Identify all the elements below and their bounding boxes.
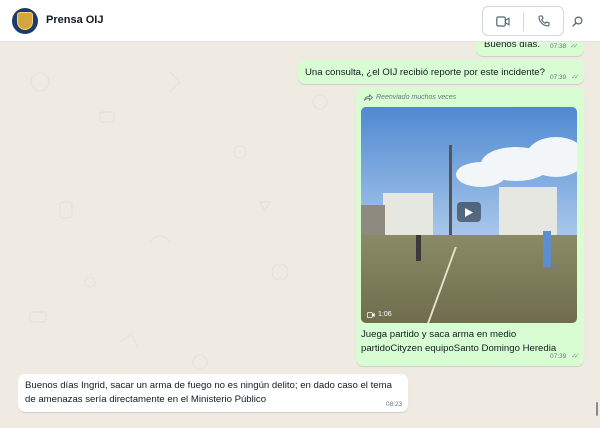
play-icon <box>465 207 473 217</box>
video-duration-text: 1:06 <box>378 311 392 318</box>
building <box>361 205 385 235</box>
message-bubble-incoming[interactable]: Buenos días Ingrid, sacar un arma de fue… <box>18 374 408 412</box>
message-text: Buenos días Ingrid, sacar un arma de fue… <box>25 380 392 405</box>
video-call-icon <box>496 15 510 27</box>
video-thumbnail[interactable]: 1:06 <box>361 107 577 323</box>
cloud <box>456 162 506 187</box>
read-checkmarks-icon: ✓✓ <box>571 353 580 360</box>
video-camera-icon <box>367 311 375 318</box>
message-time: 07:39 <box>550 74 567 81</box>
read-checkmarks-icon: ✓✓ <box>571 74 580 81</box>
utility-pole <box>449 145 452 239</box>
voice-call-icon <box>538 15 550 27</box>
chat-header: Prensa OIJ <box>0 0 600 42</box>
message-bubble-outgoing-video[interactable]: Reenviado muchos veces 1:06 Juega partid… <box>356 88 584 366</box>
play-button[interactable] <box>457 202 481 222</box>
message-bubble-outgoing[interactable]: Una consulta, ¿el OIJ recibió reporte po… <box>298 60 584 84</box>
building <box>383 193 433 235</box>
call-button-group <box>482 6 564 36</box>
read-checkmarks-icon: ✓✓ <box>570 43 579 50</box>
scrollbar-thumb[interactable] <box>596 402 598 416</box>
message-text: Una consulta, ¿el OIJ recibió reporte po… <box>305 67 545 78</box>
video-call-button[interactable] <box>488 7 518 35</box>
contact-name[interactable]: Prensa OIJ <box>46 14 103 26</box>
message-bubble-outgoing[interactable]: Buenos días. 07:38 ✓✓ <box>476 42 584 56</box>
message-list[interactable]: Buenos días. 07:38 ✓✓ Una consulta, ¿el … <box>0 42 600 428</box>
video-duration: 1:06 <box>367 311 392 318</box>
message-time: 07:39 <box>550 353 567 360</box>
search-button[interactable] <box>564 8 590 34</box>
search-icon <box>571 15 583 27</box>
building <box>499 187 557 235</box>
message-time: 07:38 <box>550 43 567 50</box>
forward-arrow-icon <box>364 94 373 101</box>
forwarded-text: Reenviado muchos veces <box>376 94 457 101</box>
divider <box>523 13 524 31</box>
player <box>543 231 551 267</box>
message-time: 08:23 <box>386 401 403 408</box>
voice-call-button[interactable] <box>529 7 559 35</box>
message-text: Buenos días. <box>484 42 541 50</box>
contact-avatar[interactable] <box>12 8 38 34</box>
player <box>416 235 421 261</box>
message-caption: Juega partido y saca arma en medio parti… <box>361 329 557 354</box>
forwarded-label: Reenviado muchos veces <box>364 94 456 101</box>
cloud <box>526 137 577 177</box>
oij-badge-logo <box>17 12 33 30</box>
